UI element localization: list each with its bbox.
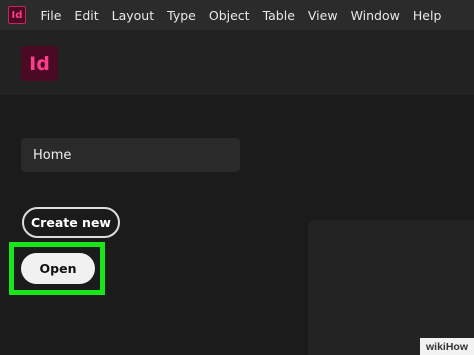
menu-object[interactable]: Object — [202, 8, 256, 23]
sidebar-item-home[interactable]: Home — [21, 138, 240, 172]
menu-help[interactable]: Help — [406, 8, 448, 23]
indesign-app-icon[interactable]: Id — [8, 6, 26, 24]
create-new-button[interactable]: Create new — [22, 207, 120, 238]
menu-file[interactable]: File — [34, 8, 68, 23]
menu-window[interactable]: Window — [344, 8, 406, 23]
menu-type[interactable]: Type — [161, 8, 203, 23]
wikihow-watermark: wikiHow — [420, 338, 474, 355]
menu-table[interactable]: Table — [256, 8, 301, 23]
sidebar-item-label: Home — [33, 147, 72, 163]
content-panel — [308, 220, 474, 355]
open-button[interactable]: Open — [21, 253, 95, 284]
indesign-logo-icon: Id — [21, 46, 58, 81]
home-header — [0, 30, 474, 95]
menu-layout[interactable]: Layout — [105, 8, 161, 23]
menu-edit[interactable]: Edit — [68, 8, 105, 23]
menu-bar: Id File Edit Layout Type Object Table Vi… — [0, 0, 474, 30]
menu-view[interactable]: View — [301, 8, 344, 23]
